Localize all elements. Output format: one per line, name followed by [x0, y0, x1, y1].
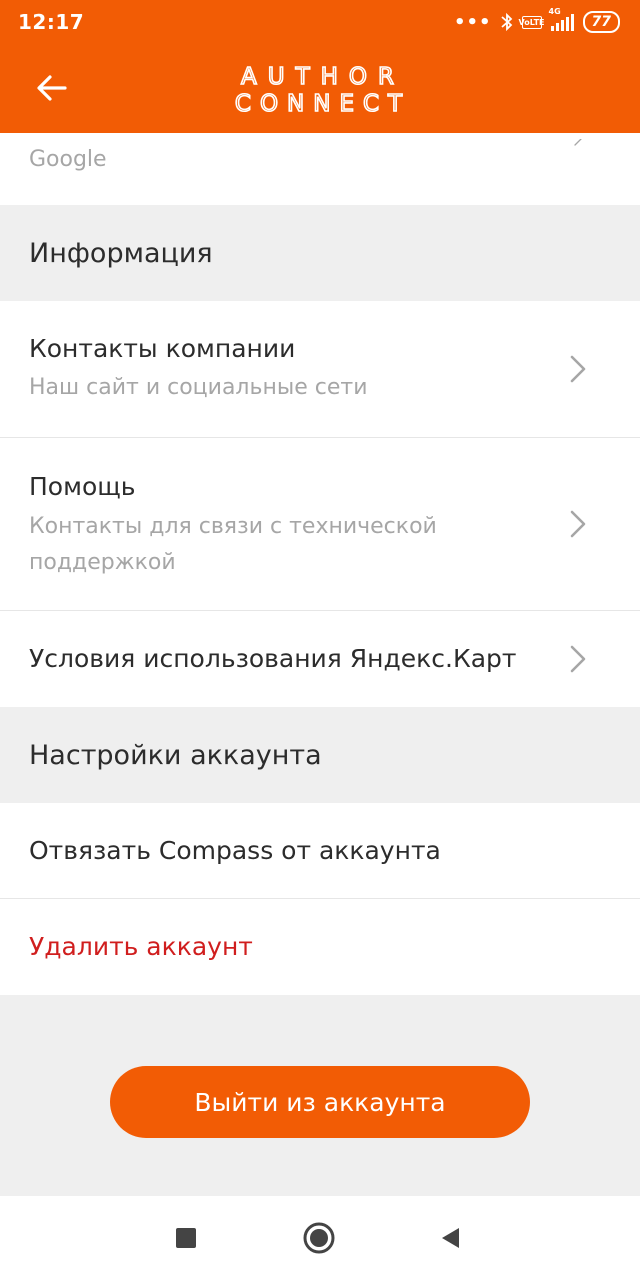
settings-content: Google Информация Контакты компании Наш … — [0, 133, 640, 1195]
volte-icon: Vo LTE — [518, 15, 545, 29]
company-contacts-title: Контакты компании — [29, 334, 296, 363]
logout-area: Выйти из аккаунта — [0, 995, 640, 1195]
app-header: AUTHOR CONNECT — [0, 44, 640, 133]
partial-row-subtitle: Google — [29, 147, 107, 172]
logout-button[interactable]: Выйти из аккаунта — [110, 1066, 530, 1138]
home-button[interactable] — [299, 1218, 339, 1258]
screen: 12:17 ••• Vo LTE 4G 77 AUTHOR CONNECT Go… — [0, 0, 640, 1280]
unlink-compass-row[interactable]: Отвязать Compass от аккаунта — [0, 803, 640, 899]
signal-icon: 4G — [549, 7, 574, 31]
company-contacts-row[interactable]: Контакты компании Наш сайт и социальные … — [0, 301, 640, 438]
status-bar: 12:17 ••• Vo LTE 4G 77 — [0, 0, 640, 44]
section-header-info: Информация — [0, 205, 640, 301]
svg-text:CONNECT: CONNECT — [235, 91, 411, 117]
help-row[interactable]: Помощь Контакты для связи с технической … — [0, 438, 640, 611]
partial-card: Google — [0, 133, 640, 205]
arrow-left-icon — [37, 75, 67, 101]
chevron-right-icon — [574, 139, 582, 146]
triangle-back-icon — [442, 1228, 459, 1248]
help-title: Помощь — [29, 472, 136, 501]
unlink-compass-title: Отвязать Compass от аккаунта — [29, 835, 441, 865]
battery-icon: 77 — [582, 11, 620, 33]
status-icons: ••• Vo LTE 4G 77 — [454, 7, 620, 33]
circle-icon — [303, 1222, 335, 1254]
back-button[interactable] — [30, 66, 74, 110]
bluetooth-icon — [500, 12, 513, 32]
yandex-maps-terms-row[interactable]: Условия использования Яндекс.Карт — [0, 611, 640, 707]
partial-row[interactable]: Google — [0, 133, 640, 205]
section-header-account: Настройки аккаунта — [0, 707, 640, 803]
company-contacts-subtitle: Наш сайт и социальные сети — [29, 375, 368, 400]
info-card: Контакты компании Наш сайт и социальные … — [0, 301, 640, 707]
author-connect-logo: AUTHOR CONNECT — [234, 63, 411, 118]
chevron-right-icon — [570, 645, 586, 673]
system-nav-bar — [0, 1196, 640, 1280]
more-notifications-icon: ••• — [454, 11, 492, 33]
status-time: 12:17 — [18, 10, 85, 34]
network-type-label: 4G — [548, 7, 561, 16]
chevron-right-icon — [570, 510, 586, 538]
yandex-maps-terms-title: Условия использования Яндекс.Карт — [29, 644, 517, 673]
account-card: Отвязать Compass от аккаунта Удалить акк… — [0, 803, 640, 995]
back-nav-button[interactable] — [430, 1218, 470, 1258]
delete-account-row[interactable]: Удалить аккаунт — [0, 899, 640, 995]
delete-account-title: Удалить аккаунт — [29, 932, 253, 961]
recent-apps-button[interactable] — [166, 1218, 206, 1258]
battery-level: 77 — [591, 14, 611, 30]
help-subtitle: Контакты для связи с технической поддерж… — [29, 514, 437, 575]
svg-text:AUTHOR: AUTHOR — [241, 64, 405, 90]
square-icon — [176, 1228, 196, 1248]
chevron-right-icon — [570, 355, 586, 383]
